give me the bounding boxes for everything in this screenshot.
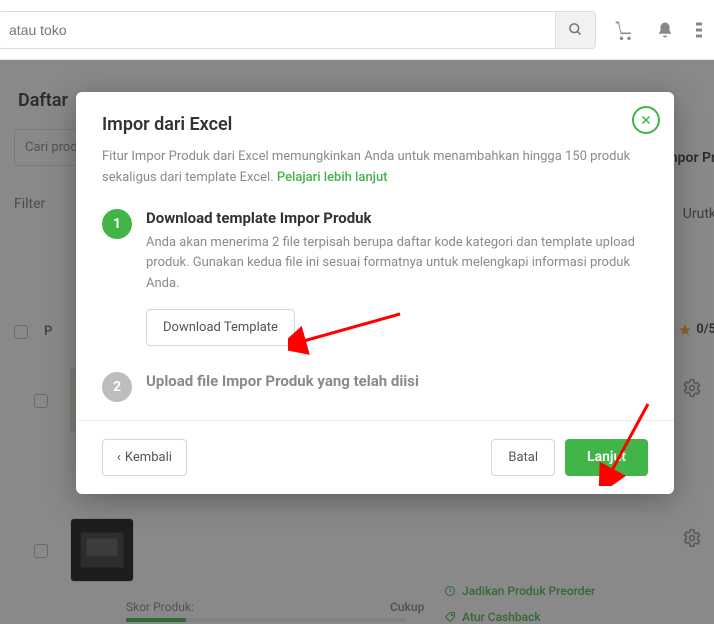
topbar-icons	[614, 20, 706, 40]
modal-subtitle: Fitur Impor Produk dari Excel memungkink…	[102, 147, 648, 189]
search-icon	[568, 22, 583, 37]
download-template-button[interactable]: Download Template	[146, 309, 295, 346]
search-input[interactable]	[0, 22, 555, 38]
modal-footer: ‹Kembali Batal Lanjut	[102, 435, 648, 476]
search-button[interactable]	[555, 12, 595, 48]
cancel-button[interactable]: Batal	[491, 439, 555, 476]
close-button[interactable]	[632, 106, 660, 134]
next-button[interactable]: Lanjut	[565, 439, 648, 476]
step-1-desc: Anda akan menerima 2 file terpisah berup…	[146, 233, 648, 295]
back-button[interactable]: ‹Kembali	[102, 439, 187, 476]
topbar	[0, 0, 714, 60]
import-excel-modal: Impor dari Excel Fitur Impor Produk dari…	[76, 92, 674, 494]
menu-icon[interactable]	[696, 20, 702, 40]
step-2-title: Upload file Impor Produk yang telah diis…	[146, 372, 648, 390]
global-search	[0, 11, 596, 49]
divider	[76, 420, 674, 421]
step-number-2: 2	[102, 372, 132, 402]
learn-more-link[interactable]: Pelajari lebih lanjut	[277, 170, 388, 185]
bell-icon[interactable]	[656, 20, 674, 40]
modal-title: Impor dari Excel	[102, 114, 648, 135]
step-1-title: Download template Impor Produk	[146, 209, 648, 227]
step-1: 1 Download template Impor Produk Anda ak…	[102, 209, 648, 346]
step-2: 2 Upload file Impor Produk yang telah di…	[102, 372, 648, 402]
cart-icon[interactable]	[614, 20, 634, 40]
close-icon	[640, 114, 652, 126]
step-number-1: 1	[102, 209, 132, 239]
